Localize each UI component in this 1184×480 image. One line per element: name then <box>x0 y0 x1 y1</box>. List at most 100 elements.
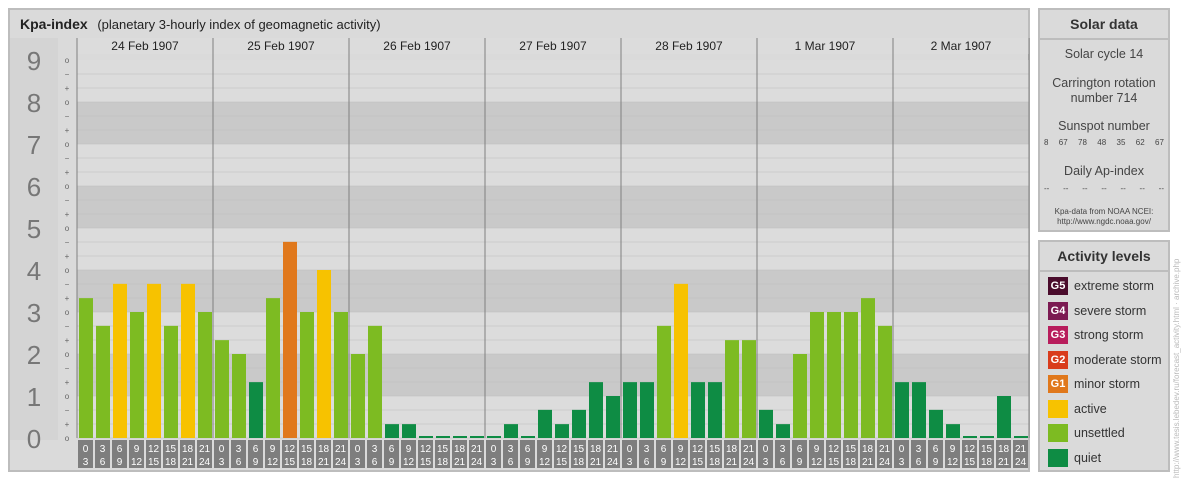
y-subtick: − <box>65 196 70 205</box>
level-band <box>77 144 1029 186</box>
interval-end-label: 18 <box>437 457 449 468</box>
kpa-bar <box>844 312 858 438</box>
interval-end-label: 24 <box>471 457 483 468</box>
kpa-bar <box>657 325 671 438</box>
interval-end-label: 3 <box>627 457 633 468</box>
y-subtick: o <box>65 350 70 359</box>
level-label: strong storm <box>1074 328 1144 342</box>
interval-start-label: 6 <box>525 444 531 455</box>
interval-start-label: 18 <box>318 444 330 455</box>
interval-end-label: 21 <box>726 457 738 468</box>
interval-end-label: 9 <box>525 457 531 468</box>
sunspot-value: 8 <box>1044 138 1049 147</box>
interval-start-label: 3 <box>644 444 650 455</box>
date-label: 27 Feb 1907 <box>519 39 587 53</box>
y-subtick: o <box>65 98 70 107</box>
y-subtick: − <box>65 406 70 415</box>
interval-start-label: 9 <box>542 444 548 455</box>
interval-start-label: 21 <box>607 444 619 455</box>
kpa-bar <box>1014 436 1028 438</box>
kpa-bar <box>640 382 654 438</box>
ap-value: -- <box>1139 184 1145 193</box>
y-subtick: o <box>65 224 70 233</box>
y-axis-tick: 0 <box>27 424 41 454</box>
y-subtick: o <box>65 56 70 65</box>
level-label: moderate storm <box>1074 352 1162 367</box>
kpa-bar <box>215 340 229 438</box>
interval-start-label: 15 <box>573 444 585 455</box>
interval-start-label: 15 <box>709 444 721 455</box>
interval-end-label: 3 <box>899 457 905 468</box>
date-label: 25 Feb 1907 <box>247 39 315 53</box>
kpa-bar <box>164 325 178 438</box>
interval-end-label: 15 <box>692 457 704 468</box>
interval-start-label: 18 <box>998 444 1010 455</box>
level-swatch <box>1048 448 1068 467</box>
interval-start-label: 3 <box>100 444 106 455</box>
activity-level-row: unsettled <box>1048 423 1168 443</box>
interval-start-label: 18 <box>182 444 194 455</box>
y-axis-tick: 6 <box>27 172 41 202</box>
kpa-bar <box>470 436 484 438</box>
activity-level-row: G4 severe storm <box>1048 301 1168 321</box>
interval-end-label: 18 <box>301 457 313 468</box>
interval-end-label: 9 <box>253 457 259 468</box>
level-swatch: G4 <box>1048 301 1068 320</box>
kpa-bar <box>980 436 994 438</box>
interval-end-label: 18 <box>981 457 993 468</box>
interval-start-label: 15 <box>301 444 313 455</box>
y-subtick: − <box>65 112 70 121</box>
level-swatch: G2 <box>1048 350 1068 369</box>
activity-levels-panel: Activity levels G5 extreme storm G4 severe … <box>1038 240 1170 472</box>
interval-end-label: 18 <box>165 457 177 468</box>
interval-end-label: 3 <box>219 457 225 468</box>
interval-end-label: 12 <box>403 457 415 468</box>
ap-value: -- <box>1120 184 1126 193</box>
kpa-bar <box>130 312 144 438</box>
interval-start-label: 0 <box>627 444 633 455</box>
y-subtick: + <box>65 84 70 93</box>
level-label: minor storm <box>1074 377 1140 391</box>
interval-start-label: 9 <box>814 444 820 455</box>
interval-start-label: 0 <box>219 444 225 455</box>
interval-start-label: 15 <box>981 444 993 455</box>
kpa-bar <box>181 283 195 438</box>
level-label: quiet <box>1074 450 1102 465</box>
kpa-bar <box>266 298 280 438</box>
interval-start-label: 0 <box>491 444 497 455</box>
y-subtick: o <box>65 392 70 401</box>
level-swatch: G5 <box>1048 277 1068 295</box>
interval-start-label: 9 <box>950 444 956 455</box>
interval-end-label: 9 <box>389 457 395 468</box>
activity-level-row: active <box>1048 399 1168 419</box>
ap-value: -- <box>1044 184 1050 193</box>
interval-start-label: 12 <box>692 444 704 455</box>
interval-end-label: 15 <box>556 457 568 468</box>
level-swatch: G1 <box>1048 375 1068 393</box>
kpa-bar <box>504 424 518 438</box>
carrington-line-1: Carrington rotation <box>1052 76 1156 90</box>
kpa-chart-panel: Kpa-index (planetary 3-hourly index of g… <box>8 8 1030 472</box>
interval-end-label: 15 <box>148 457 160 468</box>
y-subtick: o <box>65 434 70 443</box>
interval-start-label: 21 <box>335 444 347 455</box>
y-axis-tick: 1 <box>27 382 41 412</box>
kpa-bar <box>810 312 824 438</box>
level-label: unsettled <box>1074 426 1125 440</box>
levels-title-divider <box>1040 270 1168 272</box>
y-subtick: − <box>65 280 70 289</box>
y-axis-tick: 9 <box>27 46 41 76</box>
kpa-bar <box>776 424 790 438</box>
y-subtick: − <box>65 364 70 373</box>
solar-title-divider <box>1040 38 1168 40</box>
y-axis-tick: 4 <box>27 256 41 286</box>
level-swatch: G3 <box>1048 326 1068 344</box>
interval-end-label: 12 <box>267 457 279 468</box>
interval-end-label: 3 <box>763 457 769 468</box>
interval-end-label: 18 <box>573 457 585 468</box>
y-axis-tick: 5 <box>27 214 41 244</box>
kpa-bar <box>572 409 586 438</box>
kpa-bar <box>725 340 739 438</box>
level-band <box>77 186 1029 228</box>
interval-start-label: 3 <box>780 444 786 455</box>
